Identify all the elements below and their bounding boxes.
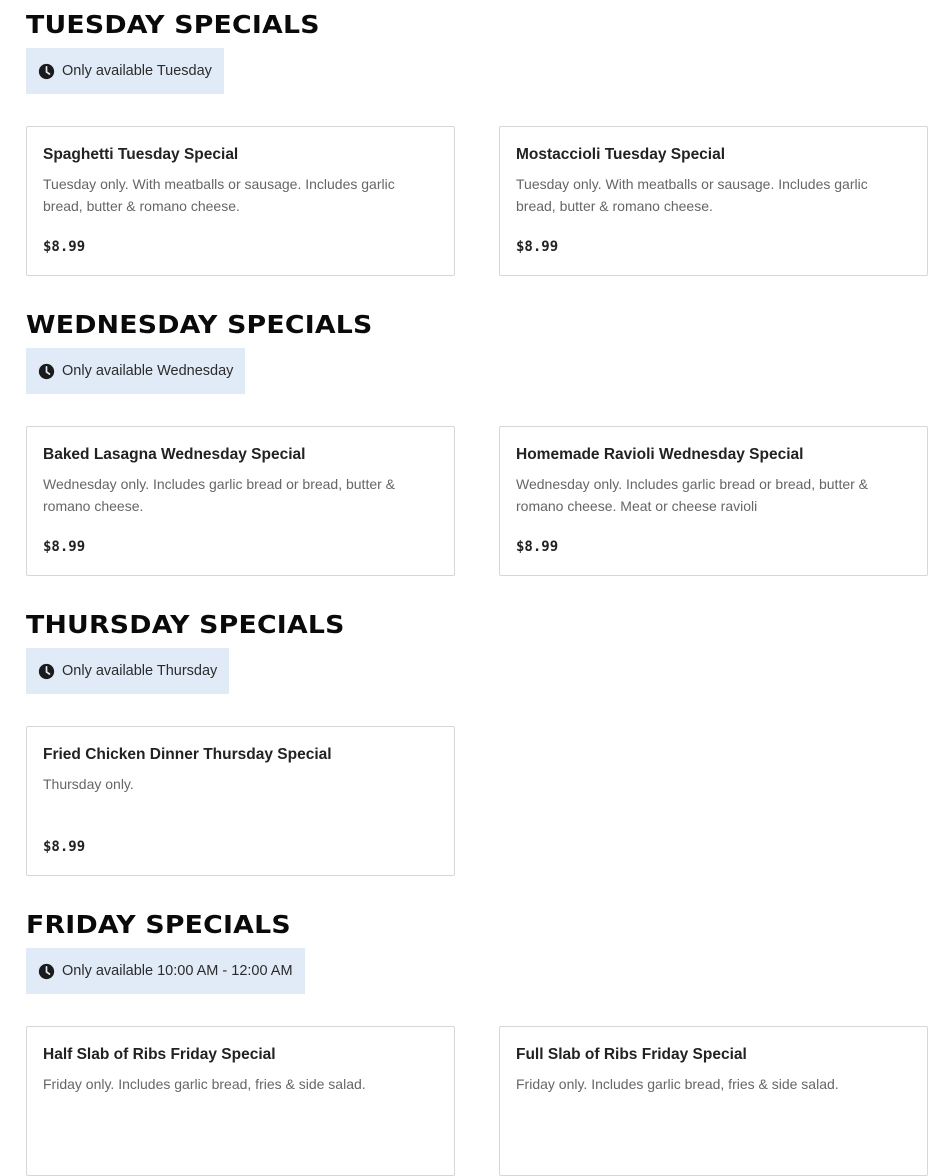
clock-icon — [38, 363, 55, 380]
availability-text: Only available Wednesday — [62, 363, 234, 379]
item-price: $8.99 — [43, 239, 86, 255]
menu-item-card[interactable]: Half Slab of Ribs Friday Special Friday … — [26, 1026, 455, 1176]
section-title: FRIDAY SPECIALS — [26, 910, 291, 939]
section-title: TUESDAY SPECIALS — [26, 10, 320, 39]
availability-badge: Only available Wednesday — [26, 348, 246, 394]
availability-badge: Only available Thursday — [26, 648, 230, 694]
item-description: Friday only. Includes garlic bread, frie… — [43, 1076, 366, 1092]
item-price: $8.99 — [43, 539, 86, 555]
item-description: Friday only. Includes garlic bread, frie… — [516, 1076, 839, 1092]
item-name: Full Slab of Ribs Friday Special — [516, 1046, 747, 1063]
availability-text: Only available 10:00 AM - 12:00 AM — [62, 963, 293, 979]
item-name: Baked Lasagna Wednesday Special — [43, 446, 306, 463]
item-price: $8.99 — [43, 839, 86, 855]
item-description: Thursday only. — [43, 776, 134, 792]
item-name: Half Slab of Ribs Friday Special — [43, 1046, 276, 1063]
item-price: $8.99 — [516, 239, 559, 255]
item-description: Wednesday only. Includes garlic bread or… — [516, 476, 869, 514]
menu-item-card[interactable]: Fried Chicken Dinner Thursday Special Th… — [26, 726, 455, 876]
friday-section: FRIDAY SPECIALS Only available 10:00 AM … — [26, 910, 928, 1176]
wednesday-section: WEDNESDAY SPECIALS Only available Wednes… — [26, 310, 928, 576]
item-description: Tuesday only. With meatballs or sausage.… — [43, 176, 395, 214]
availability-text: Only available Thursday — [62, 663, 218, 679]
availability-badge: Only available Tuesday — [26, 48, 224, 94]
section-title: THURSDAY SPECIALS — [26, 610, 345, 639]
menu-item-card[interactable]: Homemade Ravioli Wednesday Special Wedne… — [499, 426, 928, 576]
clock-icon — [38, 963, 55, 980]
item-name: Fried Chicken Dinner Thursday Special — [43, 746, 332, 763]
menu-item-card[interactable]: Baked Lasagna Wednesday Special Wednesda… — [26, 426, 455, 576]
availability-text: Only available Tuesday — [62, 63, 212, 79]
item-description: Tuesday only. With meatballs or sausage.… — [516, 176, 868, 214]
thursday-section: THURSDAY SPECIALS Only available Thursda… — [26, 610, 928, 876]
item-name: Homemade Ravioli Wednesday Special — [516, 446, 804, 463]
availability-badge: Only available 10:00 AM - 12:00 AM — [26, 948, 305, 994]
menu-item-card[interactable]: Spaghetti Tuesday Special Tuesday only. … — [26, 126, 455, 276]
section-title: WEDNESDAY SPECIALS — [26, 310, 373, 339]
item-description: Wednesday only. Includes garlic bread or… — [43, 476, 396, 514]
clock-icon — [38, 63, 55, 80]
clock-icon — [38, 663, 55, 680]
menu-item-card[interactable]: Mostaccioli Tuesday Special Tuesday only… — [499, 126, 928, 276]
item-name: Spaghetti Tuesday Special — [43, 146, 239, 163]
tuesday-section: TUESDAY SPECIALS Only available Tuesday … — [26, 10, 928, 276]
item-price: $8.99 — [516, 539, 559, 555]
menu-item-card[interactable]: Full Slab of Ribs Friday Special Friday … — [499, 1026, 928, 1176]
item-name: Mostaccioli Tuesday Special — [516, 146, 726, 163]
